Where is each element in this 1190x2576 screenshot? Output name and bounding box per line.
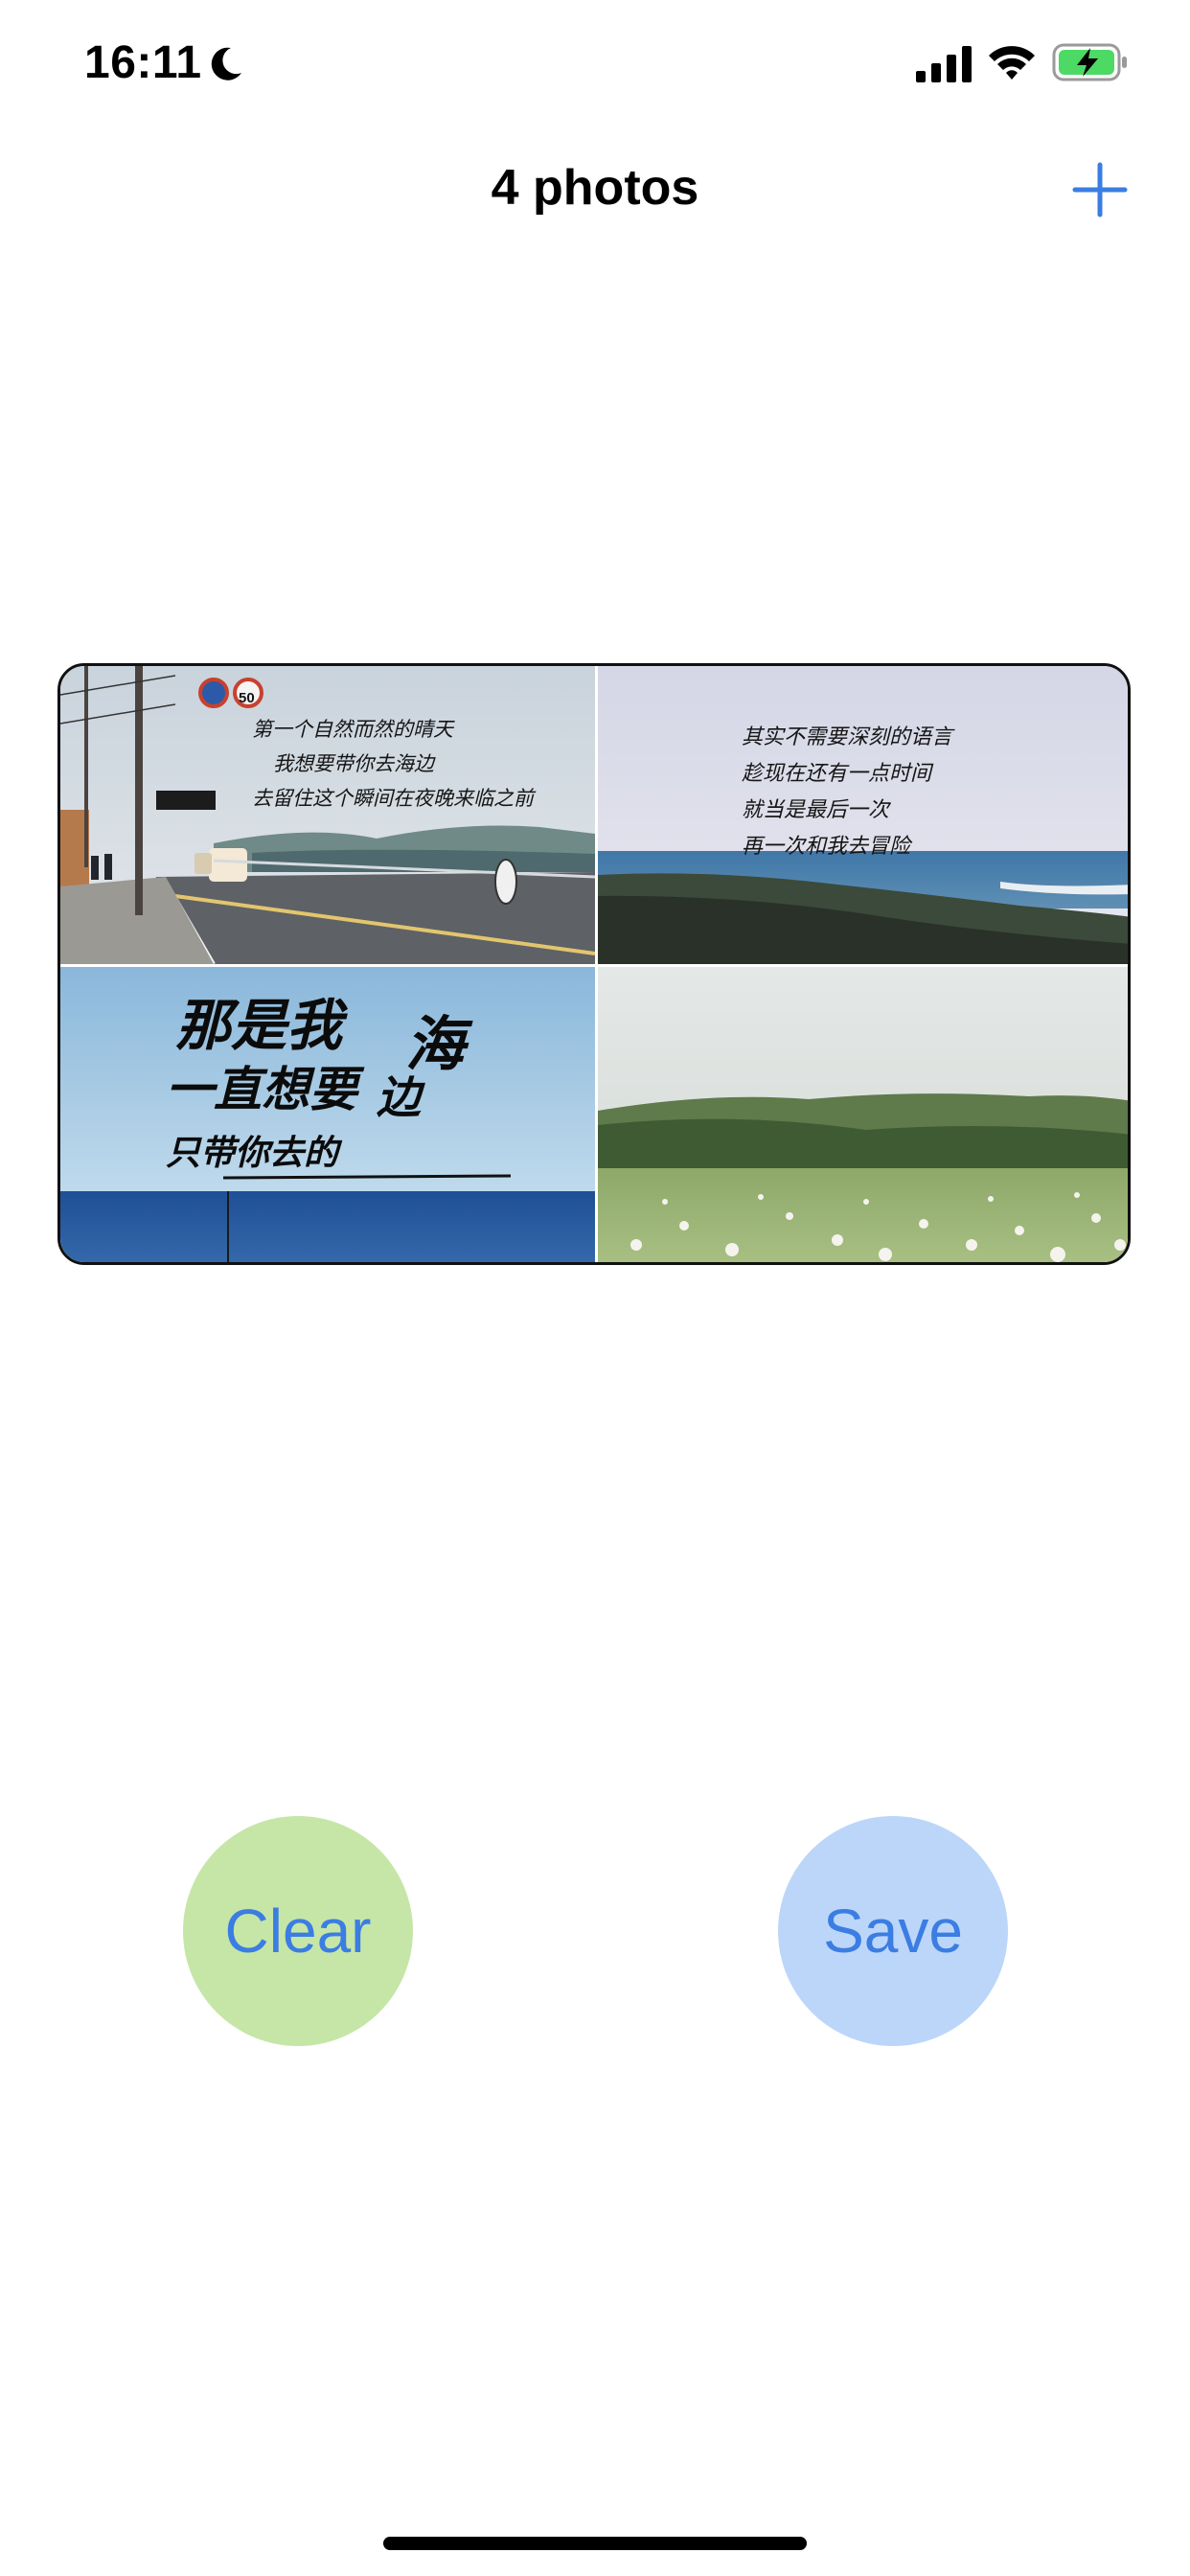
clear-button[interactable]: Clear [183, 1816, 413, 2046]
collage-photo-1[interactable]: 50 第一个自然而然的晴天 我想要带你去海边 去留住这个瞬间在夜晚来临之前 [60, 666, 595, 964]
photo-caption-line: 边 [377, 1071, 421, 1123]
speed-sign-text: 50 [239, 690, 255, 706]
photo-collage: 50 第一个自然而然的晴天 我想要带你去海边 去留住这个瞬间在夜晚来临之前 其实… [57, 663, 1131, 1265]
home-indicator[interactable] [383, 2537, 807, 2550]
plus-icon[interactable] [1071, 161, 1129, 218]
battery-charging-icon [1052, 43, 1127, 81]
photo-caption-line: 我想要带你去海边 [273, 752, 434, 775]
collage-photo-4[interactable] [598, 967, 1128, 1262]
photo-caption-line: 就当是最后一次 [742, 798, 890, 822]
photo-caption-line: 趁现在还有一点时间 [742, 762, 932, 786]
status-time: 16:11 [84, 37, 202, 88]
photo-caption-line: 只带你去的 [166, 1133, 339, 1173]
photo-caption-line: 第一个自然而然的晴天 [252, 718, 453, 741]
status-bar: 16:11 [0, 0, 1190, 134]
collage-photo-3[interactable]: 那是我 海 一直想要 边 只带你去的 [60, 967, 595, 1262]
page-title: 4 photos [491, 160, 699, 216]
photo-caption-line: 那是我 [175, 993, 343, 1058]
flower-meadow-photo [598, 967, 1128, 1262]
photo-caption-line: 一直想要 [166, 1061, 357, 1117]
wifi-icon [989, 46, 1035, 80]
moon-icon [211, 47, 241, 80]
photo-caption-line: 去留住这个瞬间在夜晚来临之前 [252, 787, 534, 810]
photo-caption-line: 再一次和我去冒险 [742, 835, 911, 859]
collage-photo-2[interactable]: 其实不需要深刻的语言 趁现在还有一点时间 就当是最后一次 再一次和我去冒险 [598, 666, 1128, 964]
photo-caption-line: 其实不需要深刻的语言 [742, 725, 953, 749]
signal-icon [916, 46, 972, 82]
save-button[interactable]: Save [778, 1816, 1008, 2046]
